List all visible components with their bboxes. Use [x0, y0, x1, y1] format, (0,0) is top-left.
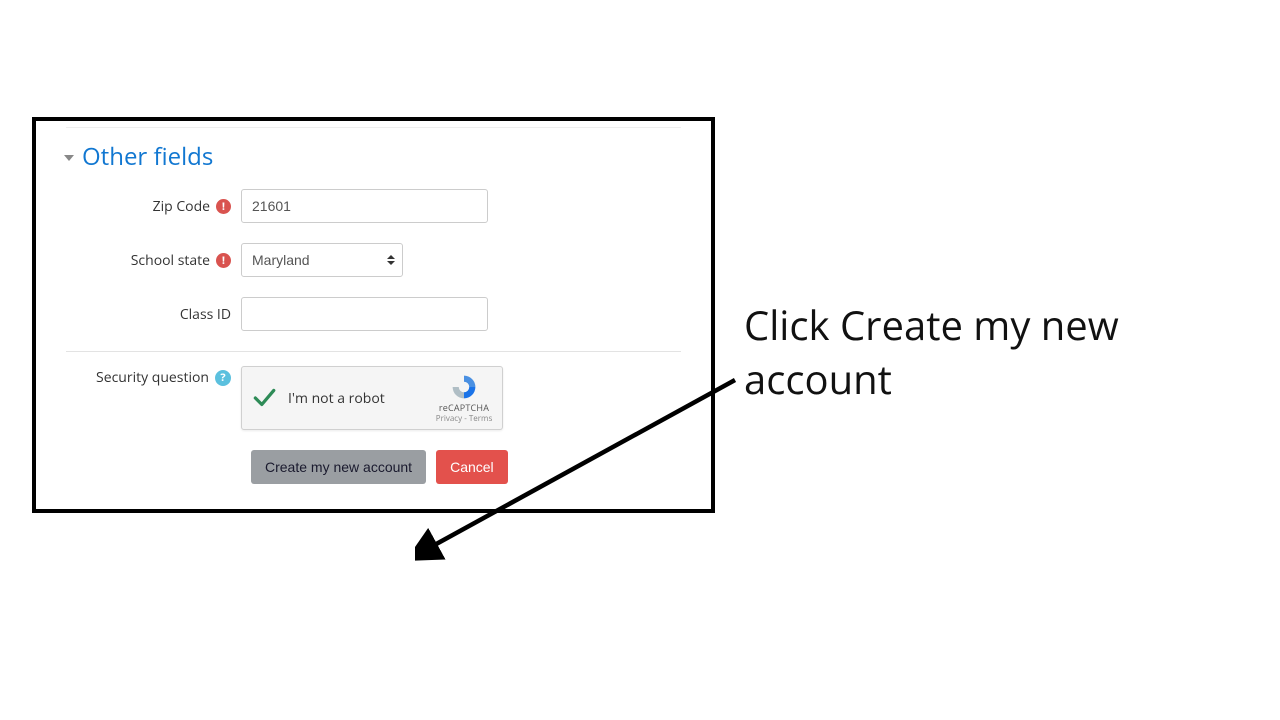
button-row: Create my new account Cancel [251, 450, 681, 484]
recaptcha-links[interactable]: Privacy - Terms [434, 414, 494, 424]
instruction-line-2: account [744, 352, 1224, 406]
section-other-fields[interactable]: Other fields [64, 140, 711, 173]
screenshot-frame: Other fields Zip Code School state Maryl… [32, 117, 715, 513]
caret-down-icon [64, 155, 74, 161]
row-school-state: School state Maryland [66, 243, 681, 277]
label-text-class: Class ID [180, 305, 231, 324]
label-class-id: Class ID [66, 305, 241, 324]
instruction-line-1: Click Create my new [744, 298, 1224, 352]
label-school-state: School state [66, 251, 241, 270]
help-icon[interactable] [215, 370, 231, 386]
recaptcha-text: I'm not a robot [288, 389, 434, 408]
checkmark-icon [250, 384, 278, 412]
required-icon [216, 199, 231, 214]
school-state-select[interactable]: Maryland [241, 243, 403, 277]
row-class-id: Class ID [66, 297, 681, 331]
create-account-button[interactable]: Create my new account [251, 450, 426, 484]
footer-text-before: There are required fields in this form m… [199, 512, 496, 513]
label-security-question: Security question [66, 366, 241, 387]
divider [66, 127, 681, 128]
label-text-security: Security question [96, 368, 209, 387]
label-text-state: School state [131, 251, 210, 270]
class-id-input[interactable] [241, 297, 488, 331]
recaptcha-name: reCAPTCHA [434, 403, 494, 414]
label-text-zip: Zip Code [153, 197, 210, 216]
label-zip-code: Zip Code [66, 197, 241, 216]
divider [66, 351, 681, 352]
recaptcha-brand: reCAPTCHA Privacy - Terms [434, 373, 494, 423]
zip-code-input[interactable] [241, 189, 488, 223]
cancel-button[interactable]: Cancel [436, 450, 508, 484]
row-zip-code: Zip Code [66, 189, 681, 223]
required-icon [216, 253, 231, 268]
section-title-text: Other fields [82, 140, 213, 173]
footer-text-after: . [515, 512, 519, 513]
recaptcha-widget[interactable]: I'm not a robot reCAPTCHA Privacy - Term… [241, 366, 503, 430]
row-security-question: Security question I'm not a robot [66, 366, 681, 430]
recaptcha-logo-icon [450, 373, 478, 401]
required-fields-note: There are required fields in this form m… [36, 512, 711, 513]
instruction-callout: Click Create my new account [744, 298, 1224, 406]
